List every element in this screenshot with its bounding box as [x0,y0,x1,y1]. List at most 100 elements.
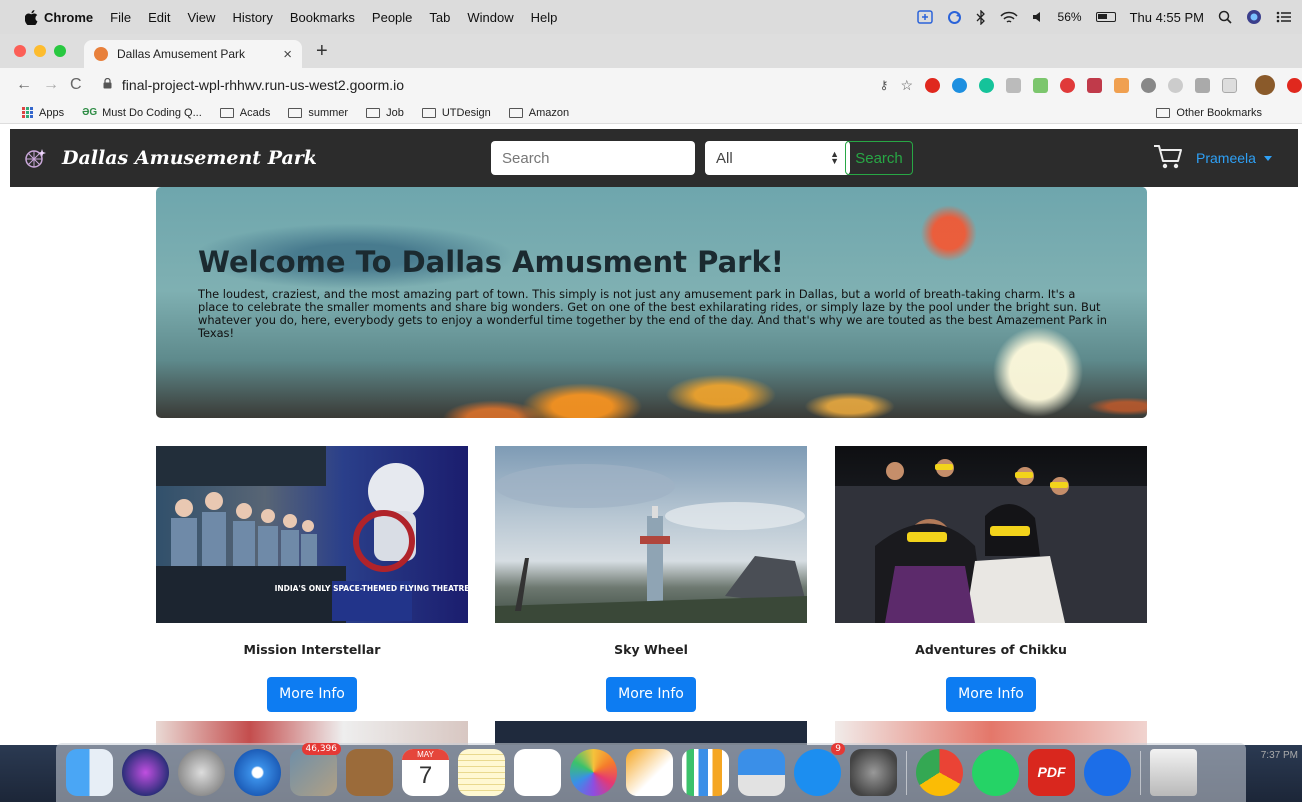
mail-icon[interactable]: 46,396 [290,743,341,796]
menu-chrome[interactable]: Chrome [44,10,93,25]
apple-menu-icon[interactable] [18,9,44,25]
attraction-card-mission-interstellar: INDIA'S ONLY SPACE-THEMED FLYING THEATRE… [156,446,468,712]
apps-grid-icon [22,107,33,118]
teamviewer-icon[interactable] [1084,749,1131,796]
notes-icon[interactable] [458,749,505,796]
opera-extension-icon[interactable] [925,77,941,93]
search-button[interactable]: Search [845,141,913,175]
bookmark-folder-acads[interactable]: Acads [219,107,270,119]
trash-icon[interactable] [1150,749,1197,796]
finder-icon[interactable] [66,749,113,796]
bookmark-star-icon[interactable]: ☆ [900,77,913,94]
desktop-time-fragment: 7:37 PM [1260,750,1298,761]
chrome-icon[interactable] [916,749,963,796]
app-store-icon[interactable]: 9 [794,743,845,796]
reload-button[interactable]: C [70,76,97,94]
search-input[interactable]: Search [491,141,695,175]
photos-icon[interactable] [570,749,617,796]
circle-extension-icon[interactable] [1141,77,1157,93]
lock-icon [103,77,112,92]
new-tab-button[interactable]: + [316,40,328,63]
menu-people[interactable]: People [372,10,412,25]
tab-title: Dallas Amusement Park [117,47,246,61]
folder-icon [219,107,234,118]
puzzle-extension-icon[interactable] [1087,77,1103,93]
pages-icon[interactable] [626,749,673,796]
sync-icon[interactable] [947,10,962,25]
menu-history[interactable]: History [232,10,272,25]
numbers-icon[interactable] [682,749,729,796]
bookmark-gfg[interactable]: ƏG Must Do Coding Q... [82,107,202,119]
mail-badge: 46,396 [301,743,341,755]
launchpad-icon[interactable] [178,749,225,796]
site-brand[interactable]: Dallas Amusement Park [24,145,317,171]
skype-extension-icon[interactable] [952,77,968,93]
siri-icon[interactable] [1246,9,1262,25]
profile-avatar-icon[interactable] [1255,75,1276,95]
bookmark-folder-utdesign[interactable]: UTDesign [421,107,491,119]
browser-tab[interactable]: Dallas Amusement Park × [84,40,302,68]
browser-toolbar: ← → C final-project-wpl-rhhwv.run-us-wes… [0,68,1302,102]
key-icon[interactable]: ⚷ [880,78,889,92]
category-select[interactable]: All ▲ ▼ [705,141,850,175]
contacts-icon[interactable] [346,749,393,796]
browser-tab-strip: Dallas Amusement Park × + [0,34,1302,68]
system-preferences-icon[interactable] [850,749,897,796]
wifi-icon[interactable] [999,11,1018,24]
user-menu[interactable]: Prameela [1196,150,1272,166]
dock-separator [906,750,907,795]
menu-tab[interactable]: Tab [429,10,450,25]
flag-extension-icon[interactable] [1006,77,1022,93]
grammarly-extension-icon[interactable] [979,77,995,93]
battery-icon[interactable] [1095,12,1116,22]
adblock-extension-icon[interactable] [1060,77,1076,93]
pdf-expert-icon[interactable]: PDF [1028,749,1075,796]
menu-bookmarks[interactable]: Bookmarks [290,10,355,25]
zoom-window-button[interactable] [54,45,66,57]
notification-center-icon[interactable] [1276,11,1292,23]
menu-file[interactable]: File [110,10,131,25]
reminders-icon[interactable] [514,749,561,796]
bluetooth-icon[interactable] [976,9,986,25]
keynote-icon[interactable] [738,749,785,796]
close-window-button[interactable] [14,45,26,57]
calendar-month: MAY [402,749,449,760]
opera-red-icon[interactable] [1287,77,1302,93]
screen-share-icon[interactable] [916,10,933,24]
bookmark-folder-summer[interactable]: summer [288,107,348,119]
bookmark-apps[interactable]: Apps [22,107,64,119]
volume-icon[interactable] [1032,11,1044,23]
macos-menubar: Chrome File Edit View History Bookmarks … [0,0,1302,34]
bookmark-folder-job[interactable]: Job [366,107,404,119]
link-extension-icon[interactable] [1168,77,1184,93]
spotlight-search-icon[interactable] [1218,10,1232,24]
menubar-clock[interactable]: Thu 4:55 PM [1130,10,1204,25]
code-extension-icon[interactable] [1222,77,1238,93]
text-extension-icon[interactable] [1195,77,1211,93]
whatsapp-icon[interactable] [972,749,1019,796]
more-info-button[interactable]: More Info [267,677,357,712]
safari-icon[interactable] [234,749,281,796]
menu-help[interactable]: Help [531,10,558,25]
address-bar[interactable]: final-project-wpl-rhhwv.run-us-west2.goo… [103,71,864,99]
bookmark-folder-amazon[interactable]: Amazon [508,107,569,119]
tab-close-icon[interactable]: × [283,46,292,63]
dock-separator [1140,750,1141,795]
window-controls [14,45,66,57]
other-bookmarks[interactable]: Other Bookmarks [1156,107,1262,119]
grid-extension-icon[interactable] [1114,77,1130,93]
siri-icon[interactable] [122,749,169,796]
forward-button[interactable]: → [43,76,70,94]
more-info-button[interactable]: More Info [606,677,696,712]
back-button[interactable]: ← [16,76,43,94]
menu-edit[interactable]: Edit [148,10,170,25]
poster-text: INDIA'S ONLY SPACE-THEMED FLYING THEATRE [275,584,468,593]
attraction-card-sky-wheel: Sky Wheel More Info [495,446,807,712]
calendar-icon[interactable]: MAY 7 [402,749,449,796]
more-info-button[interactable]: More Info [946,677,1036,712]
mail-extension-icon[interactable] [1033,77,1049,93]
minimize-window-button[interactable] [34,45,46,57]
menu-view[interactable]: View [187,10,215,25]
cart-icon[interactable] [1153,143,1183,171]
menu-window[interactable]: Window [467,10,513,25]
